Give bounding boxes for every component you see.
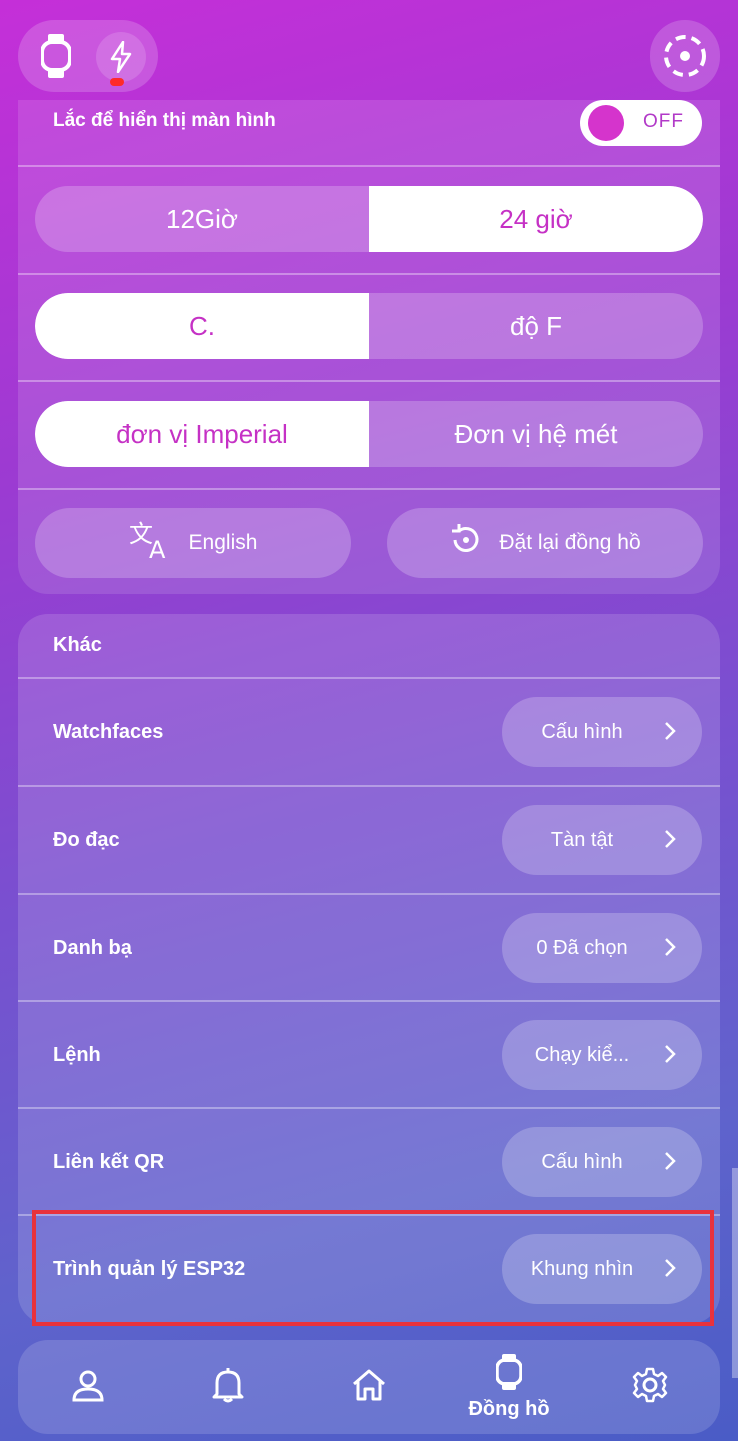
time-format-24h-option[interactable]: 24 giờ bbox=[369, 186, 703, 252]
highlight-box bbox=[32, 1210, 714, 1326]
bolt-icon[interactable] bbox=[96, 32, 146, 86]
celsius-option[interactable]: C. bbox=[35, 293, 369, 359]
toggle-state-label: OFF bbox=[643, 111, 684, 132]
nav-item-watch[interactable]: Đồng hồ bbox=[439, 1340, 579, 1434]
list-item-measurements: Đo đạc Tàn tật bbox=[18, 787, 720, 893]
nav-item-profile[interactable] bbox=[18, 1340, 158, 1434]
watchfaces-configure-button[interactable]: Cấu hình bbox=[502, 697, 702, 767]
chevron-right-icon bbox=[664, 721, 676, 746]
nav-item-home[interactable] bbox=[299, 1340, 439, 1434]
scrollbar[interactable] bbox=[732, 1168, 738, 1378]
nav-item-settings[interactable] bbox=[580, 1340, 720, 1434]
bell-icon bbox=[212, 1367, 244, 1408]
time-format-selector: 12Giờ 24 giờ bbox=[35, 186, 703, 252]
dashed-circle-icon[interactable] bbox=[650, 20, 720, 92]
svg-text:A: A bbox=[149, 536, 166, 560]
chevron-right-icon bbox=[664, 937, 676, 962]
reset-watch-button[interactable]: Đặt lại đồng hồ bbox=[387, 508, 703, 578]
toggle-knob bbox=[588, 105, 624, 141]
shake-to-wake-row: Lắc để hiển thị màn hình OFF bbox=[18, 100, 720, 166]
list-item-commands: Lệnh Chạy kiể... bbox=[18, 1002, 720, 1108]
shake-to-wake-toggle[interactable]: OFF bbox=[580, 100, 702, 146]
divider bbox=[18, 165, 720, 167]
measurements-button[interactable]: Tàn tật bbox=[502, 805, 702, 875]
divider bbox=[18, 380, 720, 382]
time-format-12h-option[interactable]: 12Giờ bbox=[35, 186, 369, 252]
language-button[interactable]: 文 A English bbox=[35, 508, 351, 578]
chevron-right-icon bbox=[664, 1044, 676, 1069]
list-item-qr-link: Liên kết QR Cấu hình bbox=[18, 1109, 720, 1215]
display-settings-card: Lắc để hiển thị màn hình OFF 12Giờ 24 gi… bbox=[18, 100, 720, 594]
button-label: 0 Đã chọn bbox=[536, 937, 628, 959]
button-label: Cấu hình bbox=[541, 1151, 623, 1173]
imperial-option[interactable]: đơn vị Imperial bbox=[35, 401, 369, 467]
battery-low-indicator bbox=[110, 78, 124, 86]
button-label: Chạy kiể... bbox=[534, 1044, 630, 1066]
row-label: Danh bạ bbox=[53, 936, 132, 959]
reset-watch-label: Đặt lại đồng hồ bbox=[499, 531, 641, 554]
divider bbox=[18, 488, 720, 490]
person-icon bbox=[71, 1368, 105, 1407]
metric-option[interactable]: Đơn vị hệ mét bbox=[369, 401, 703, 467]
button-label: Tàn tật bbox=[550, 829, 614, 851]
fahrenheit-option[interactable]: độ F bbox=[369, 293, 703, 359]
row-label: Lệnh bbox=[53, 1043, 101, 1066]
row-label: Watchfaces bbox=[53, 720, 164, 743]
watch-icon bbox=[495, 1353, 523, 1396]
divider bbox=[18, 273, 720, 275]
home-icon bbox=[351, 1368, 387, 1407]
chevron-right-icon bbox=[664, 829, 676, 854]
translate-icon: 文 A bbox=[129, 520, 173, 566]
unit-system-selector: đơn vị Imperial Đơn vị hệ mét bbox=[35, 401, 703, 467]
restore-icon bbox=[449, 523, 483, 563]
chevron-right-icon bbox=[664, 1151, 676, 1176]
bottom-navigation: Đồng hồ bbox=[18, 1340, 720, 1434]
watch-icon[interactable] bbox=[36, 32, 76, 80]
contacts-button[interactable]: 0 Đã chọn bbox=[502, 913, 702, 983]
section-title: Khác bbox=[53, 634, 102, 656]
button-label: Cấu hình bbox=[541, 721, 623, 743]
temperature-unit-selector: C. độ F bbox=[35, 293, 703, 359]
nav-item-label: Đồng hồ bbox=[468, 1398, 550, 1420]
row-label: Đo đạc bbox=[53, 828, 120, 851]
qr-link-configure-button[interactable]: Cấu hình bbox=[502, 1127, 702, 1197]
language-label: English bbox=[188, 531, 258, 554]
list-item-contacts: Danh bạ 0 Đã chọn bbox=[18, 895, 720, 1001]
commands-button[interactable]: Chạy kiể... bbox=[502, 1020, 702, 1090]
list-item-watchfaces: Watchfaces Cấu hình bbox=[18, 679, 720, 785]
device-status-pill bbox=[18, 20, 158, 92]
row-label: Liên kết QR bbox=[53, 1150, 165, 1173]
gear-icon bbox=[631, 1366, 669, 1409]
shake-to-wake-label: Lắc để hiển thị màn hình bbox=[53, 110, 276, 131]
nav-item-notifications[interactable] bbox=[158, 1340, 298, 1434]
